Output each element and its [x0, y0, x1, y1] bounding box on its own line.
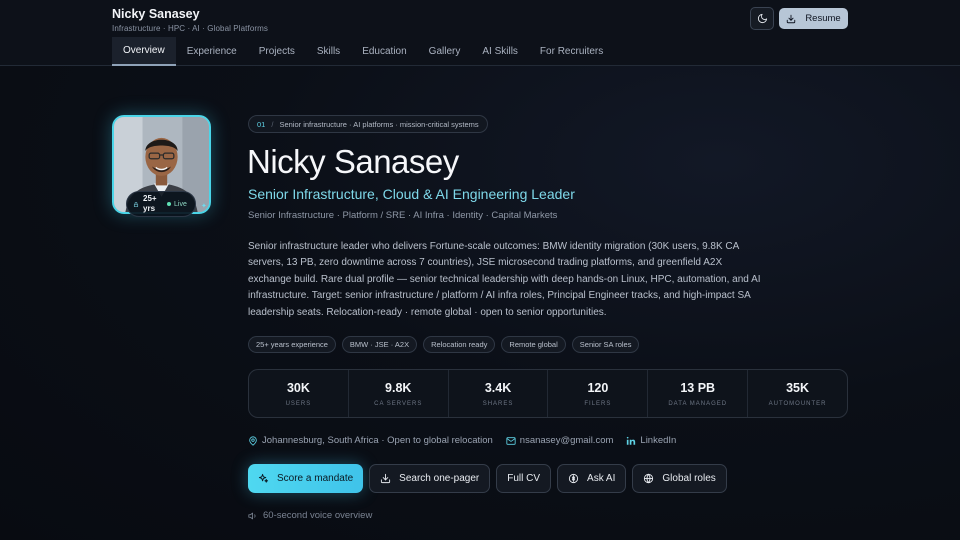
lock-icon — [133, 201, 139, 207]
stat-shares: 3.4K Shares — [449, 370, 549, 417]
crumb-number: 01 — [257, 119, 266, 129]
crumb-separator: / — [271, 119, 274, 129]
stats-panel: 30K Users 9.8K CA Servers 3.4K Shares 12… — [248, 369, 848, 418]
download-icon — [787, 14, 796, 23]
years-count: 25+ yrs — [143, 194, 163, 214]
highlight-chips: 25+ years experience BMW · JSE · A2X Rel… — [248, 336, 640, 353]
tab-ai-skills[interactable]: AI Skills — [471, 37, 529, 66]
stat-label: Users — [285, 400, 312, 407]
chip-relocation: Relocation ready — [423, 336, 496, 353]
live-label: Live — [174, 200, 187, 208]
action-buttons: Score a mandate Search one-pager Full CV… — [248, 464, 727, 493]
role-title: Senior Infrastructure, Cloud & AI Engine… — [248, 186, 575, 202]
location: Johannesburg, South Africa · Open to glo… — [248, 435, 493, 446]
tab-projects[interactable]: Projects — [248, 37, 306, 66]
linkedin-link[interactable]: LinkedIn — [626, 435, 676, 446]
stat-automounter: 35K Automounter — [748, 370, 847, 417]
chip-companies: BMW · JSE · A2X — [341, 336, 418, 353]
score-mandate-button[interactable]: Score a mandate — [248, 464, 364, 493]
tab-education[interactable]: Education — [351, 37, 417, 66]
top-navigation-bar: Nicky Sanasey Infrastructure · HPC · AI … — [0, 0, 960, 66]
tab-skills[interactable]: Skills — [306, 37, 351, 66]
score-mandate-label: Score a mandate — [277, 473, 354, 484]
focus-areas: Senior Infrastructure · Platform / SRE ·… — [248, 210, 558, 221]
hero-breadcrumb: 01 / Senior infrastructure · AI platform… — [248, 115, 488, 133]
years-number: 25+ — [143, 194, 157, 203]
chip-experience: 25+ years experience — [248, 336, 336, 353]
search-one-pager-label: Search one-pager — [399, 473, 480, 484]
global-roles-label: Global roles — [662, 473, 716, 484]
search-one-pager-button[interactable]: Search one-pager — [369, 464, 491, 493]
stat-users: 30K Users — [249, 370, 349, 417]
stat-label: Data Managed — [668, 400, 728, 407]
ai-chip-icon — [568, 473, 579, 484]
brand-name[interactable]: Nicky Sanasey — [112, 7, 268, 21]
full-cv-button[interactable]: Full CV — [496, 464, 552, 493]
resume-label: Resume — [805, 13, 841, 24]
stat-data-managed: 13 PB Data Managed — [648, 370, 749, 417]
map-pin-icon — [249, 436, 257, 446]
resume-download-button[interactable]: Resume — [779, 8, 848, 29]
moon-icon — [757, 13, 767, 24]
theme-toggle-button[interactable] — [750, 7, 774, 30]
tab-for-recruiters[interactable]: For Recruiters — [529, 37, 614, 66]
years-unit: yrs — [143, 204, 156, 213]
stat-value: 13 PB — [680, 380, 716, 395]
experience-badge: 25+ yrs Live — [126, 191, 196, 217]
stat-value: 9.8K — [385, 380, 412, 395]
stat-filers: 120 Filers — [548, 370, 649, 417]
voice-overview-link[interactable]: 60-second voice overview — [248, 510, 372, 521]
chip-remote: Remote global — [501, 336, 566, 353]
linkedin-text[interactable]: LinkedIn — [640, 435, 676, 446]
contact-row: Johannesburg, South Africa · Open to glo… — [248, 435, 676, 446]
speaker-icon — [248, 512, 256, 519]
stat-label: Shares — [482, 400, 514, 407]
section-tabs: Overview Experience Projects Skills Educ… — [112, 37, 614, 66]
tab-experience[interactable]: Experience — [176, 37, 248, 66]
voice-overview-label: 60-second voice overview — [263, 510, 373, 521]
email-text[interactable]: nsanasey@gmail.com — [520, 435, 614, 446]
stat-ca-servers: 9.8K CA Servers — [349, 370, 449, 417]
page-title: Nicky Sanasey — [247, 143, 459, 180]
stat-label: CA Servers — [374, 400, 423, 407]
global-roles-button[interactable]: Global roles — [632, 464, 727, 493]
download-icon — [381, 473, 391, 484]
stat-value: 35K — [786, 380, 810, 395]
mail-icon — [506, 436, 516, 445]
ask-ai-button[interactable]: Ask AI — [557, 464, 627, 493]
location-text: Johannesburg, South Africa · Open to glo… — [262, 435, 493, 446]
brand-tagline: Infrastructure · HPC · AI · Global Platf… — [112, 24, 268, 33]
crumb-text: Senior infrastructure · AI platforms · m… — [279, 119, 479, 129]
chip-senior-sa: Senior SA roles — [571, 336, 640, 353]
linkedin-icon — [627, 436, 636, 445]
sparkles-icon — [258, 473, 269, 483]
stat-value: 30K — [286, 380, 310, 395]
tab-overview[interactable]: Overview — [112, 37, 176, 66]
ask-ai-label: Ask AI — [587, 473, 616, 484]
stat-label: Filers — [584, 400, 612, 407]
profile-summary: Senior infrastructure leader who deliver… — [248, 241, 761, 318]
full-cv-label: Full CV — [507, 473, 541, 484]
tab-gallery[interactable]: Gallery — [418, 37, 472, 66]
brand[interactable]: Nicky Sanasey Infrastructure · HPC · AI … — [112, 7, 268, 33]
globe-icon — [644, 473, 654, 484]
stat-label: Automounter — [768, 400, 827, 407]
stat-value: 120 — [587, 380, 609, 395]
live-status: Live — [167, 201, 187, 208]
stat-value: 3.4K — [484, 380, 512, 395]
sparkle-icon: ✦ — [201, 203, 207, 210]
email-link[interactable]: nsanasey@gmail.com — [506, 435, 614, 446]
live-dot-icon — [167, 202, 171, 206]
